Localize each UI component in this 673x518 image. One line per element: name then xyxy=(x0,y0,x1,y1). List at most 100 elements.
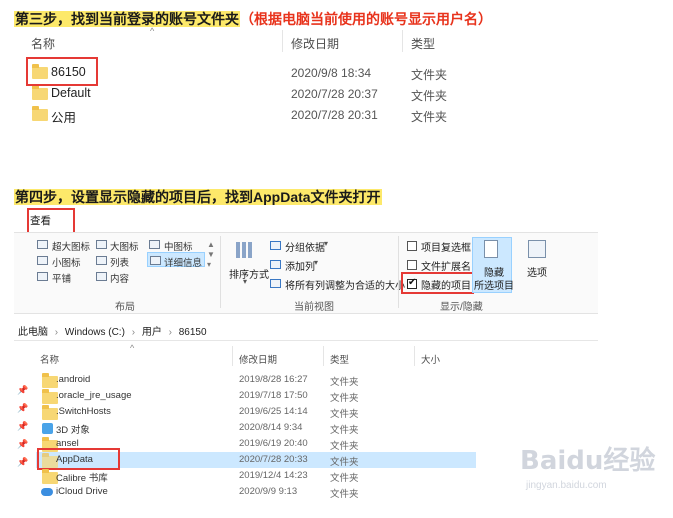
col-divider xyxy=(282,30,283,52)
group-label-layout: 布局 xyxy=(115,302,135,313)
highlight-box-view-tab xyxy=(27,208,75,235)
details-view-icon xyxy=(150,256,161,265)
file-extensions-checkbox[interactable] xyxy=(407,260,417,270)
step3-heading: 第三步，找到当前登录的账号文件夹（根据电脑当前使用的账号显示用户名） xyxy=(14,10,492,29)
col-divider xyxy=(402,30,403,52)
group-by-button[interactable]: 分组依据 xyxy=(285,239,325,254)
layout-scroll-arrows-icon[interactable]: ▲ ▼ ▾ xyxy=(207,240,215,270)
3d-objects-icon xyxy=(42,423,53,434)
file-extensions-label: 文件扩展名 xyxy=(421,262,471,273)
layout-list[interactable]: 列表 xyxy=(110,255,129,269)
file-date: 2019/6/25 14:14 xyxy=(239,406,308,417)
tiles-icon xyxy=(37,272,48,281)
file-date: 2020/8/14 9:34 xyxy=(239,422,303,433)
table-row[interactable]: 3D 对象 2020/8/14 9:34 文件夹 xyxy=(36,420,476,436)
file-type: 文件夹 xyxy=(330,489,359,500)
breadcrumb-drive[interactable]: Windows (C:) xyxy=(65,327,125,338)
table-row[interactable]: .android 2019/8/28 16:27 文件夹 xyxy=(36,372,476,388)
ribbon-separator xyxy=(398,236,399,308)
file-date: 2020/7/28 20:33 xyxy=(239,454,308,465)
col-name-header[interactable]: 名称 xyxy=(40,352,59,366)
layout-small[interactable]: 小图标 xyxy=(52,255,81,269)
file-date: 2020/7/28 20:37 xyxy=(291,87,378,101)
layout-details[interactable]: 详细信息 xyxy=(164,255,202,269)
chevron-right-icon: › xyxy=(168,327,172,338)
layout-medium[interactable]: 中图标 xyxy=(164,239,193,253)
col-type-header[interactable]: 类型 xyxy=(411,35,435,52)
file-name: iCloud Drive xyxy=(56,486,108,497)
add-column-button[interactable]: 添加列 xyxy=(285,258,315,273)
large-icons-icon xyxy=(96,240,107,249)
add-column-icon xyxy=(270,260,281,269)
file-type: 文件夹 xyxy=(411,68,448,82)
sort-by-button[interactable]: 排序方式 xyxy=(229,266,269,281)
layout-extra-large[interactable]: 超大图标 xyxy=(52,239,90,253)
file-type: 文件夹 xyxy=(330,425,359,436)
hide-selected-icon xyxy=(484,240,498,258)
file-name: .SwitchHosts xyxy=(56,406,111,417)
baidu-watermark: Baidu经验 jingyan.baidu.com xyxy=(520,440,660,500)
sort-up-icon: ^ xyxy=(130,343,135,353)
cloud-icon xyxy=(41,488,53,496)
step4-heading: 第四步，设置显示隐藏的项目后，找到AppData文件夹打开 xyxy=(14,188,382,207)
list-item[interactable]: Default 2020/7/28 20:37 文件夹 xyxy=(24,83,464,103)
col-size-header[interactable]: 大小 xyxy=(421,352,440,366)
size-all-columns-button[interactable]: 将所有列调整为合适的大小 xyxy=(285,277,405,292)
file-date: 2020/9/9 9:13 xyxy=(239,486,298,497)
list-item[interactable]: 公用 2020/7/28 20:31 文件夹 xyxy=(24,104,464,125)
file-name: 3D 对象 xyxy=(56,425,90,436)
table-row[interactable]: iCloud Drive 2020/9/9 9:13 文件夹 xyxy=(36,484,476,500)
table-row[interactable]: .oracle_jre_usage 2019/7/18 17:50 文件夹 xyxy=(36,388,476,404)
highlight-box-appdata xyxy=(37,448,120,470)
extra-large-icons-icon xyxy=(37,240,48,249)
col-date-header[interactable]: 修改日期 xyxy=(291,35,339,52)
col-divider xyxy=(323,346,324,366)
file-date: 2020/9/8 18:34 xyxy=(291,66,372,80)
file-date: 2019/6/19 20:40 xyxy=(239,438,308,449)
file-date: 2019/8/28 16:27 xyxy=(239,374,308,385)
breadcrumb-this-pc[interactable]: 此电脑 xyxy=(18,327,48,338)
layout-content[interactable]: 内容 xyxy=(110,271,129,285)
file-name: .android xyxy=(56,374,91,385)
file-date: 2020/7/28 20:31 xyxy=(291,108,378,122)
highlight-box-hidden-items xyxy=(401,272,474,294)
folder-icon xyxy=(32,106,48,121)
file-type: 文件夹 xyxy=(330,393,359,404)
chevron-down-icon: ▾ xyxy=(314,258,319,267)
item-checkboxes-label: 项目复选框 xyxy=(421,243,471,254)
col-date-header[interactable]: 修改日期 xyxy=(239,352,277,366)
col-name-header[interactable]: 名称 xyxy=(31,35,55,52)
file-date: 2019/12/4 14:23 xyxy=(239,470,308,481)
content-view-icon xyxy=(96,272,107,281)
folder-icon xyxy=(32,85,48,100)
divider xyxy=(14,340,598,341)
file-name: Calibre 书库 xyxy=(56,473,108,484)
step3-title: 第三步，找到当前登录的账号文件夹 xyxy=(14,11,240,27)
file-name: Default xyxy=(51,86,91,100)
group-label-show-hide: 显示/隐藏 xyxy=(440,302,483,313)
step3-note: （根据电脑当前使用的账号显示用户名） xyxy=(240,11,492,27)
table-row[interactable]: Calibre 书库 2019/12/4 14:23 文件夹 xyxy=(36,468,476,484)
medium-icons-icon xyxy=(149,240,160,249)
breadcrumb-user[interactable]: 86150 xyxy=(179,327,207,338)
table-row[interactable]: .SwitchHosts 2019/6/25 14:14 文件夹 xyxy=(36,404,476,420)
group-label-current-view: 当前视图 xyxy=(294,302,334,313)
pin-icons: 📌 📌 📌 📌 📌 xyxy=(17,385,29,467)
group-by-icon xyxy=(270,241,281,250)
ribbon-separator xyxy=(220,236,221,308)
col-type-header[interactable]: 类型 xyxy=(330,352,349,366)
sort-by-icon xyxy=(234,240,256,262)
item-checkboxes-checkbox[interactable] xyxy=(407,241,417,251)
col-divider xyxy=(232,346,233,366)
file-type: 文件夹 xyxy=(330,441,359,452)
file-type: 文件夹 xyxy=(330,473,359,484)
watermark-url: jingyan.baidu.com xyxy=(526,480,607,491)
layout-tiles[interactable]: 平铺 xyxy=(52,271,71,285)
layout-large[interactable]: 大图标 xyxy=(110,239,139,253)
options-button[interactable]: 选项 xyxy=(527,264,547,279)
breadcrumb-users[interactable]: 用户 xyxy=(142,327,162,338)
chevron-down-icon: ▾ xyxy=(324,239,329,248)
chevron-right-icon: › xyxy=(131,327,136,338)
size-columns-icon xyxy=(270,279,281,288)
file-name: .oracle_jre_usage xyxy=(56,390,132,401)
